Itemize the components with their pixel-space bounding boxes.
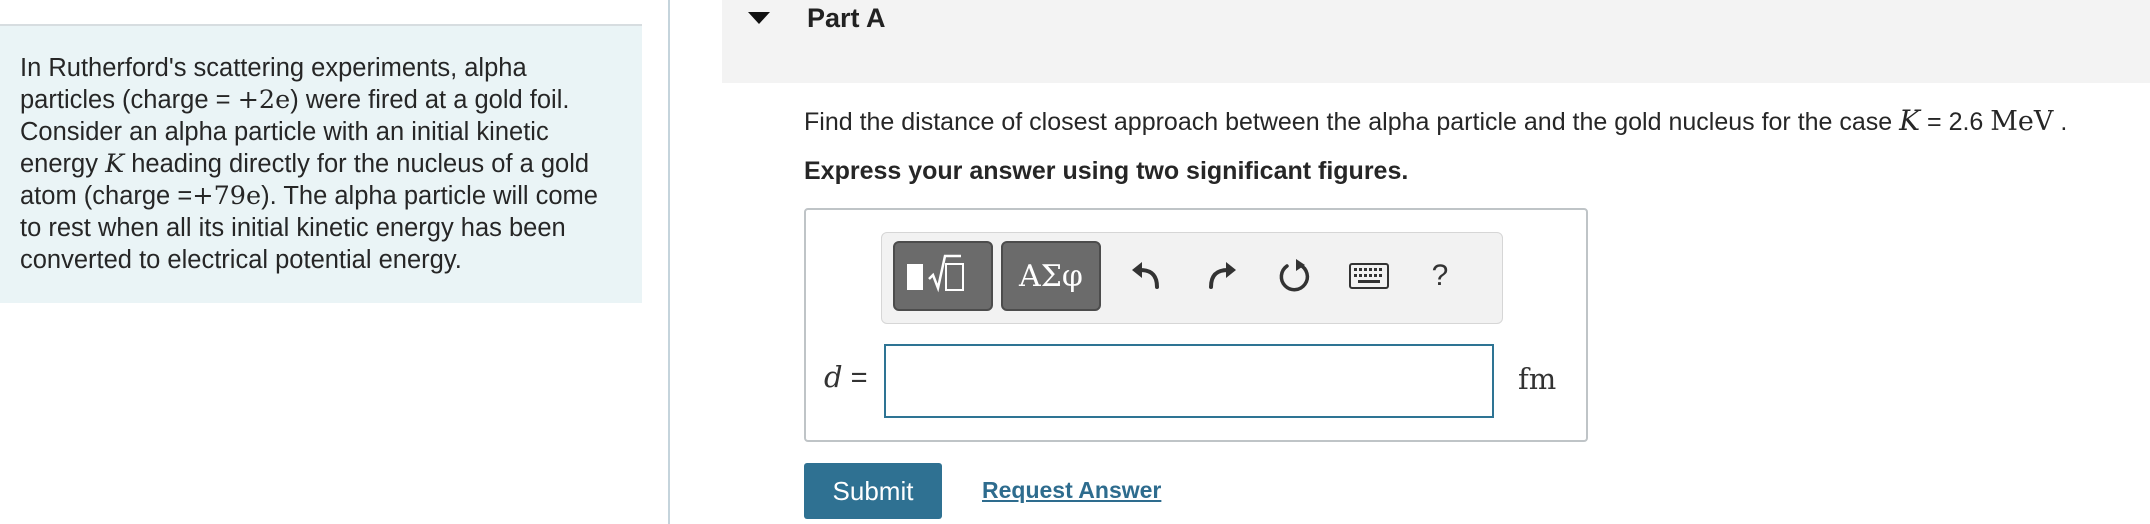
question-unit: MeV (1990, 106, 2054, 137)
answer-equals: = (842, 362, 868, 394)
submit-button[interactable]: Submit (804, 463, 942, 519)
answer-variable: d (824, 360, 843, 394)
panel-divider (668, 0, 670, 524)
reset-icon[interactable] (1272, 254, 1316, 298)
question-body: Find the distance of closest approach be… (804, 108, 1900, 136)
intro-charge-alpha: +2e (237, 85, 291, 115)
answer-unit: fm (1518, 362, 1557, 396)
instruction-text: Express your answer using two significan… (804, 157, 1409, 185)
question-end: . (2053, 108, 2068, 136)
request-answer-link[interactable]: Request Answer (982, 477, 1161, 504)
answer-input[interactable] (884, 344, 1494, 418)
help-icon[interactable]: ? (1418, 254, 1462, 298)
collapse-caret-icon[interactable] (748, 12, 770, 24)
keyboard-icon[interactable] (1344, 254, 1394, 298)
undo-icon[interactable] (1124, 254, 1168, 298)
problem-intro: In Rutherford's scattering experiments, … (0, 26, 642, 303)
templates-button[interactable] (893, 241, 993, 311)
greek-symbols-button[interactable]: ΑΣφ (1001, 241, 1101, 311)
question-eq: = 2.6 (1920, 108, 1991, 136)
question-text: Find the distance of closest approach be… (804, 104, 2067, 137)
part-title: Part A (807, 3, 886, 33)
redo-icon[interactable] (1200, 254, 1244, 298)
answer-variable-label: d = (824, 360, 868, 395)
templates-icon (907, 254, 964, 293)
question-var-k: K (1899, 104, 1921, 137)
part-header[interactable] (722, 0, 2150, 83)
intro-var-k: K (105, 149, 125, 179)
intro-charge-gold: +79e (192, 181, 262, 211)
